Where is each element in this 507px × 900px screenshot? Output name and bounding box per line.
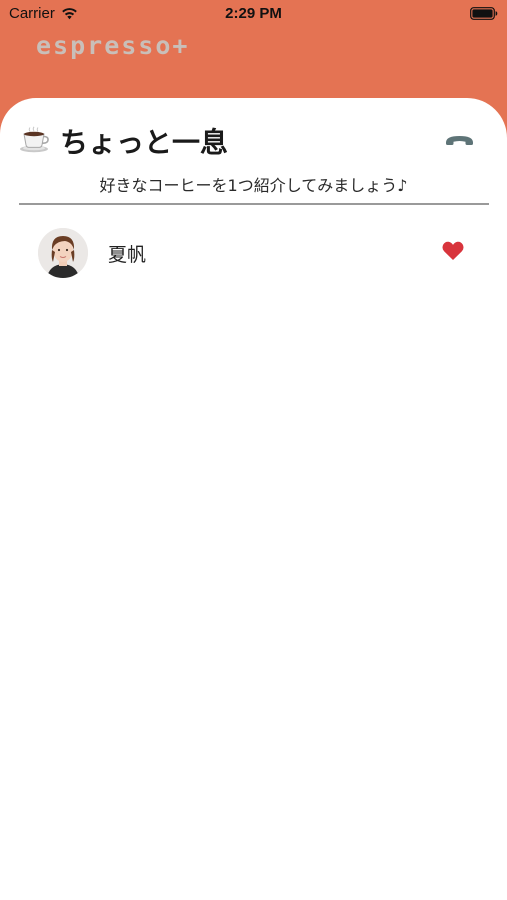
room-header: ちょっと一息 好きなコーヒーを1つ紹介してみましょう♪ bbox=[0, 98, 507, 206]
heart-icon[interactable] bbox=[442, 241, 464, 261]
phone-icon[interactable] bbox=[444, 133, 475, 147]
status-bar: Carrier 2:29 PM bbox=[0, 0, 507, 28]
app-screen: Carrier 2:29 PM espresso+ ちょっと一息 好きなコーヒー… bbox=[0, 0, 507, 900]
room-title: ちょっと一息 bbox=[60, 126, 229, 159]
coffee-icon bbox=[20, 126, 49, 153]
member-name: 夏帆 bbox=[108, 244, 147, 266]
battery-icon bbox=[470, 7, 498, 20]
header-divider bbox=[19, 203, 489, 205]
avatar bbox=[38, 228, 88, 278]
room-card: ちょっと一息 好きなコーヒーを1つ紹介してみましょう♪ 夏帆 bbox=[0, 98, 507, 900]
app-logo: espresso+ bbox=[36, 31, 190, 60]
user-photo-icon bbox=[38, 228, 88, 278]
member-row[interactable]: 夏帆 bbox=[0, 224, 507, 282]
status-time: 2:29 PM bbox=[225, 5, 282, 22]
room-subtitle: 好きなコーヒーを1つ紹介してみましょう♪ bbox=[99, 176, 408, 195]
